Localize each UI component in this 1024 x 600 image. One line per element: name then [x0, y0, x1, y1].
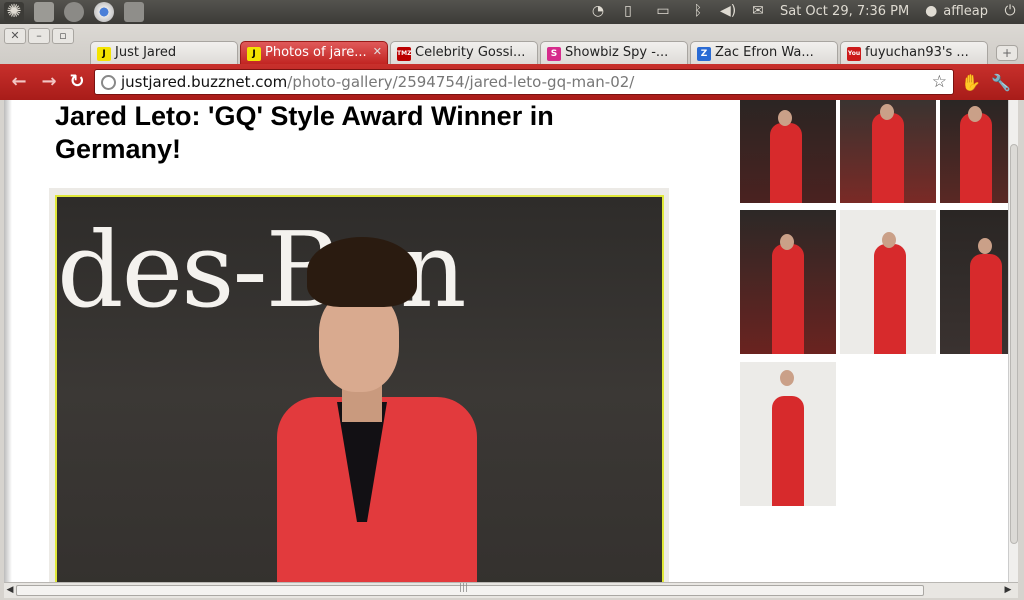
close-window-button[interactable]: ✕: [4, 28, 26, 44]
scroll-left-icon[interactable]: ◀: [4, 585, 16, 596]
horizontal-scrollbar[interactable]: ◀ ||| ▶: [4, 582, 1018, 598]
user-icon: ●: [925, 3, 938, 19]
zac-efron-favicon-icon: Z: [697, 47, 711, 61]
tab-just-jared[interactable]: J Just Jared: [90, 41, 238, 65]
gallery-thumbnail[interactable]: [940, 100, 1018, 203]
just-jared-favicon-icon: J: [247, 47, 261, 61]
power-icon[interactable]: ⏻: [1002, 3, 1018, 19]
wifi-icon[interactable]: ◔: [590, 3, 606, 19]
article-title: Jared Leto: 'GQ' Style Award Winner in G…: [55, 101, 554, 164]
vertical-scrollbar[interactable]: [1008, 100, 1018, 582]
tab-youtube-fuyuchan[interactable]: You fuyuchan93's ...: [840, 41, 988, 65]
browser-icon[interactable]: [64, 2, 84, 22]
new-tab-button[interactable]: +: [996, 45, 1018, 61]
maximize-window-button[interactable]: ▫: [52, 28, 74, 44]
url-path: /photo-gallery/2594754/jared-leto-gq-man…: [287, 73, 635, 91]
horizontal-scroll-thumb[interactable]: [16, 585, 924, 596]
page-viewport: Jared Leto: 'GQ' Style Award Winner in G…: [4, 100, 1018, 582]
clock[interactable]: Sat Oct 29, 7:36 PM: [780, 4, 909, 19]
volume-icon[interactable]: ◀): [720, 3, 736, 19]
username[interactable]: affleap: [943, 4, 988, 19]
bluetooth-icon[interactable]: ᛒ: [690, 3, 706, 19]
bookmark-star-icon[interactable]: ☆: [932, 72, 947, 92]
chrome-icon[interactable]: [94, 2, 114, 22]
adblock-stop-icon[interactable]: ✋: [960, 72, 982, 94]
vertical-scroll-thumb[interactable]: [1010, 144, 1018, 544]
gallery-thumbnail[interactable]: [840, 210, 936, 354]
text-editor-icon[interactable]: [34, 2, 54, 22]
showbiz-spy-favicon-icon: S: [547, 47, 561, 61]
gallery-thumbnail[interactable]: [740, 362, 836, 506]
top-panel: ✺ ◔ ▯ ▭ ᛒ ◀) ✉ Sat Oct 29, 7:36 PM ● aff…: [0, 0, 1024, 24]
gallery-thumbnail[interactable]: [740, 210, 836, 354]
scroll-right-icon[interactable]: ▶: [1002, 585, 1014, 596]
reload-icon[interactable]: ↻: [66, 71, 88, 93]
gallery-thumbnail[interactable]: [940, 210, 1018, 354]
battery-indicator-icon[interactable]: ▯: [620, 3, 636, 19]
back-arrow-icon[interactable]: ←: [8, 71, 30, 93]
forward-arrow-icon[interactable]: →: [38, 71, 60, 93]
tab-zac-efron[interactable]: Z Zac Efron Wa...: [690, 41, 838, 65]
grip-icon: |||: [459, 583, 469, 593]
tab-showbiz-spy[interactable]: S Showbiz Spy -...: [540, 41, 688, 65]
address-bar[interactable]: justjared.buzznet.com/photo-gallery/2594…: [94, 69, 954, 95]
tab-photos-of-jared[interactable]: J Photos of jare... ✕: [240, 41, 388, 65]
gallery-thumbnail[interactable]: [740, 100, 836, 203]
mail-icon[interactable]: ✉: [750, 3, 766, 19]
tmz-favicon-icon: TMZ: [397, 47, 411, 61]
ubuntu-logo-icon[interactable]: ✺: [4, 2, 24, 22]
url-domain: justjared.buzznet.com: [121, 73, 288, 91]
just-jared-favicon-icon: J: [97, 47, 111, 61]
main-photo[interactable]: des-Ben: [55, 195, 664, 582]
youtube-favicon-icon: You: [847, 47, 861, 61]
gallery-thumbnail[interactable]: [840, 100, 936, 203]
browser-toolbar: ← → ↻ justjared.buzznet.com/photo-galler…: [0, 64, 1024, 100]
close-tab-icon[interactable]: ✕: [373, 45, 382, 58]
wrench-icon[interactable]: 🔧: [990, 72, 1012, 94]
globe-icon: [101, 75, 116, 90]
minimize-window-button[interactable]: –: [28, 28, 50, 44]
battery-icon[interactable]: ▭: [650, 3, 676, 19]
browser-window: ✕ – ▫ J Just Jared J Photos of jare... ✕…: [0, 24, 1024, 600]
tab-strip: ✕ – ▫ J Just Jared J Photos of jare... ✕…: [0, 24, 1024, 65]
tab-celebrity-gossip[interactable]: TMZ Celebrity Gossi...: [390, 41, 538, 65]
images-icon[interactable]: [124, 2, 144, 22]
